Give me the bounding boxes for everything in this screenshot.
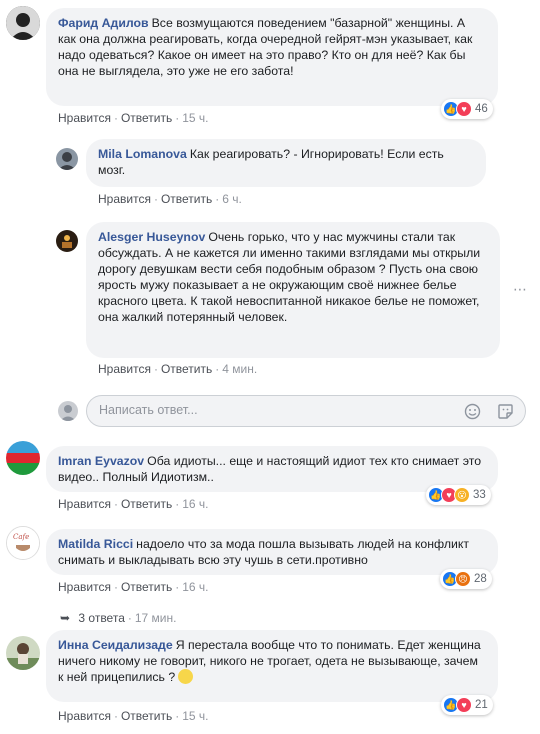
comment-author[interactable]: Инна Сеидализаде	[58, 638, 173, 652]
comment-actions: Нравится · Ответить · 4 мин.	[98, 362, 258, 376]
thinking-emoji-icon	[178, 669, 194, 684]
reply-link[interactable]: Ответить	[161, 192, 212, 206]
reaction-summary[interactable]: 👍 ♥ 😮 33	[426, 485, 491, 505]
like-link[interactable]: Нравится	[98, 362, 151, 376]
reply-link[interactable]: Ответить	[161, 362, 212, 376]
avatar[interactable]: Cafe	[6, 526, 40, 560]
reply-link[interactable]: Ответить	[121, 709, 172, 723]
love-reaction-icon: ♥	[456, 101, 472, 117]
love-reaction-icon: ♥	[456, 697, 472, 713]
like-link[interactable]: Нравится	[58, 580, 111, 594]
avatar[interactable]	[56, 230, 78, 252]
comment-time[interactable]: 15 ч.	[182, 111, 208, 125]
like-link[interactable]: Нравится	[98, 192, 151, 206]
like-link[interactable]: Нравится	[58, 111, 111, 125]
reply-arrow-icon: ➥	[60, 611, 71, 625]
comment-time[interactable]: 16 ч.	[182, 497, 208, 511]
comment-bubble: Фарид Адилов Все возмущаются поведением "…	[46, 8, 498, 106]
comment-bubble: Alesger Huseynov Очень горько, что у нас …	[86, 222, 500, 358]
comment-text: Очень горько, что у нас мужчины стали та…	[98, 230, 481, 324]
comment-bubble: Matilda Ricci надоело что за мода пошла в…	[46, 529, 498, 575]
reaction-count: 46	[475, 103, 488, 115]
replies-count[interactable]: 3 ответа	[78, 611, 124, 625]
comment-time[interactable]: 16 ч.	[182, 580, 208, 594]
replies-time: 17 мин.	[134, 611, 177, 625]
avatar-logo-text: Cafe	[13, 533, 30, 541]
comment-author[interactable]: Фарид Адилов	[58, 16, 149, 30]
reply-link[interactable]: Ответить	[121, 497, 172, 511]
reaction-count: 33	[473, 489, 486, 501]
reaction-summary[interactable]: 👍 ♥ 21	[441, 695, 493, 715]
reaction-count: 21	[475, 699, 488, 711]
reply-link[interactable]: Ответить	[121, 111, 172, 125]
comment-bubble: Инна Сеидализаде Я перестала вообще что т…	[46, 630, 498, 702]
comment-time[interactable]: 15 ч.	[182, 709, 208, 723]
reply-input[interactable]	[99, 403, 439, 417]
avatar[interactable]	[6, 441, 40, 475]
reaction-summary[interactable]: 👍 😠 28	[440, 569, 492, 589]
like-link[interactable]: Нравится	[58, 709, 111, 723]
sticker-icon[interactable]	[497, 403, 514, 420]
reply-link[interactable]: Ответить	[121, 580, 172, 594]
comment-author[interactable]: Imran Eyvazov	[58, 454, 144, 468]
avatar[interactable]	[6, 6, 40, 40]
comment-bubble: Imran Eyvazov Оба идиоты... еще и настоящ…	[46, 446, 498, 492]
comment-author[interactable]: Matilda Ricci	[58, 537, 133, 551]
comment-time[interactable]: 6 ч.	[222, 192, 242, 206]
angry-reaction-icon: 😠	[455, 571, 471, 587]
comment-actions: Нравится · Ответить · 15 ч.	[58, 709, 209, 723]
comment-bubble: Mila Lomanova Как реагировать? - Игнориро…	[86, 139, 486, 187]
comment-actions: Нравится · Ответить · 15 ч.	[58, 111, 209, 125]
view-replies-link[interactable]: ➥ 3 ответа · 17 мин.	[60, 611, 176, 625]
comment-actions: Нравится · Ответить · 16 ч.	[58, 497, 209, 511]
emoji-icon[interactable]	[464, 403, 481, 420]
comment-actions: Нравится · Ответить · 6 ч.	[98, 192, 242, 206]
current-user-avatar	[58, 401, 78, 421]
avatar[interactable]	[6, 636, 40, 670]
like-link[interactable]: Нравится	[58, 497, 111, 511]
comment-author[interactable]: Mila Lomanova	[98, 147, 187, 161]
reaction-count: 28	[474, 573, 487, 585]
comment-time[interactable]: 4 мин.	[222, 362, 257, 376]
reply-input-box[interactable]	[86, 395, 526, 427]
reaction-summary[interactable]: 👍 ♥ 46	[441, 99, 493, 119]
comment-author[interactable]: Alesger Huseynov	[98, 230, 205, 244]
avatar[interactable]	[56, 148, 78, 170]
more-options-icon[interactable]: ⋯	[513, 282, 527, 296]
wow-reaction-icon: 😮	[454, 487, 470, 503]
comment-actions: Нравится · Ответить · 16 ч.	[58, 580, 209, 594]
